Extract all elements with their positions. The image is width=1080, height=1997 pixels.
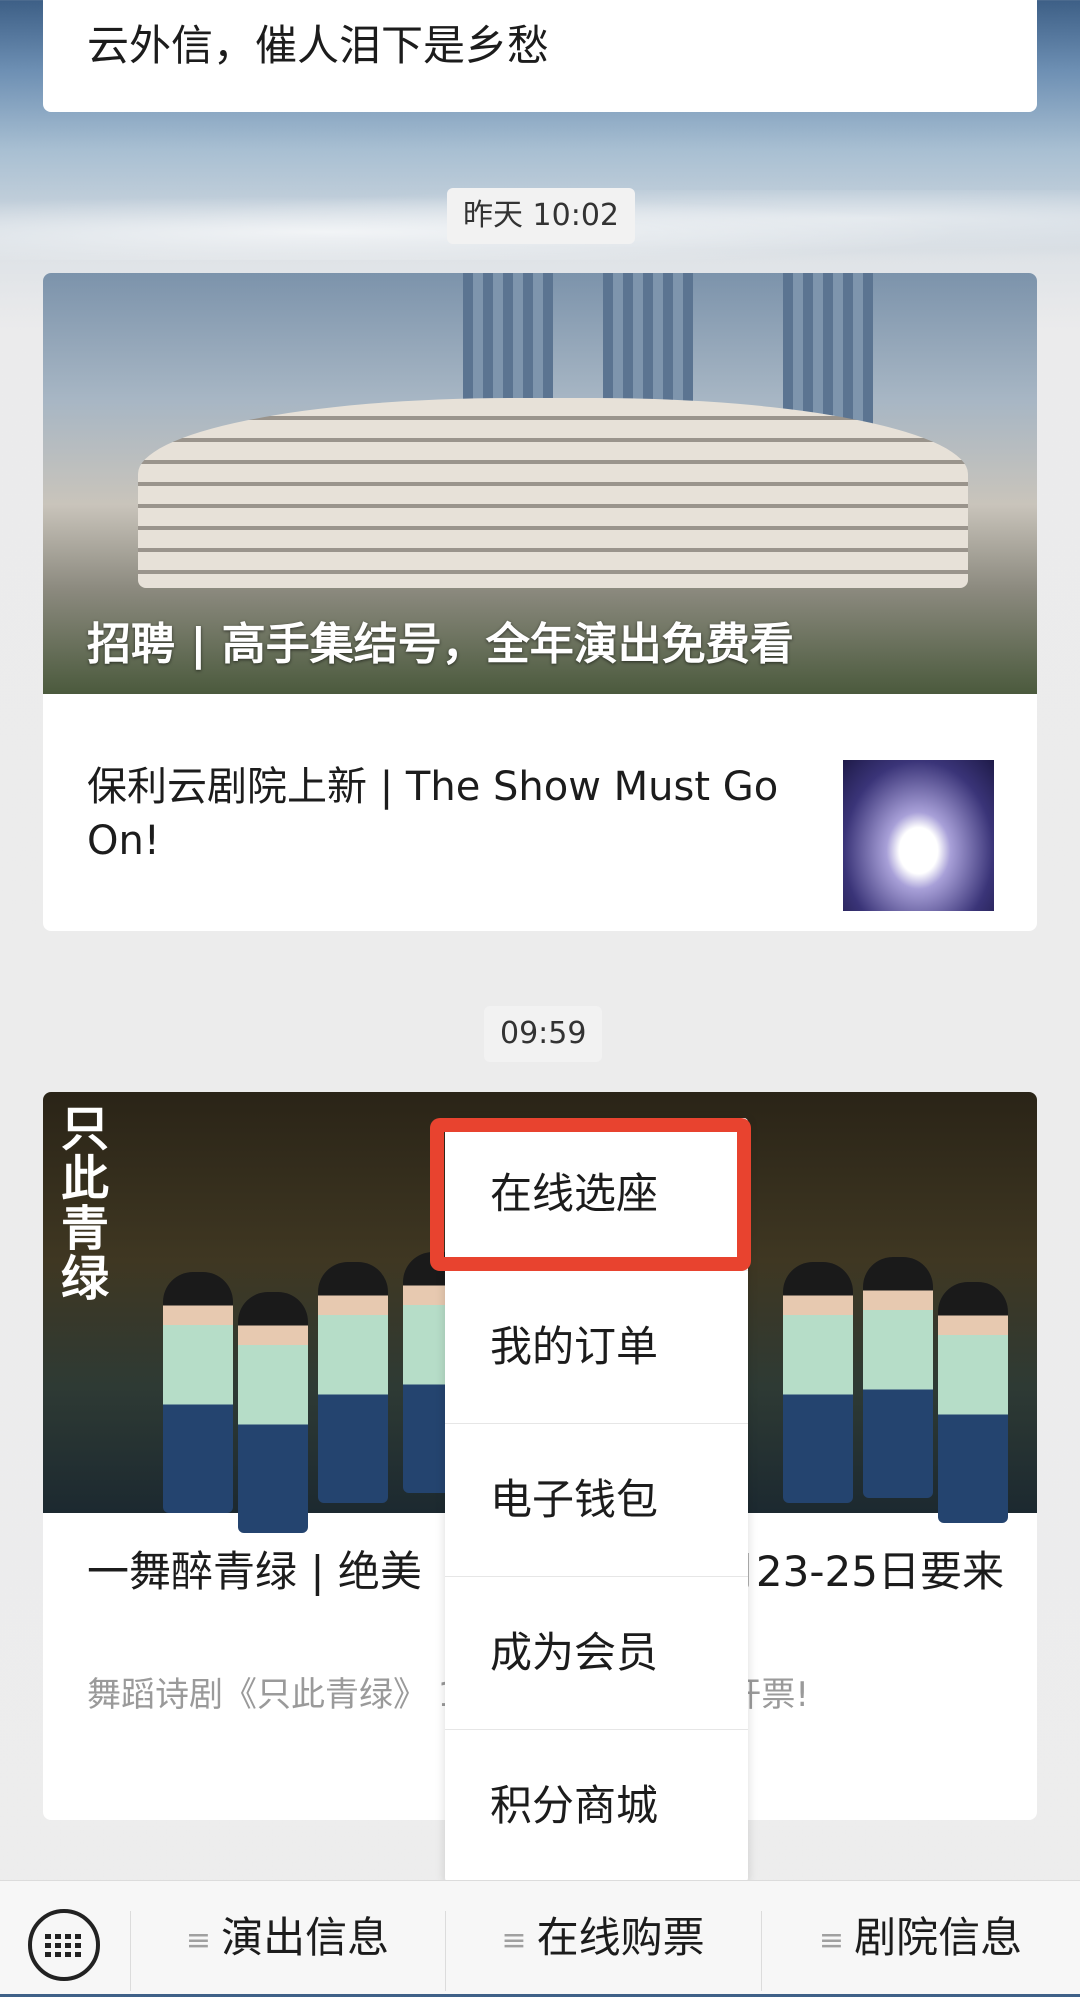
menu-lines-icon: ≡ bbox=[818, 1923, 845, 1958]
dancer-figure bbox=[783, 1262, 853, 1503]
menu-item-points-mall[interactable]: 积分商城 bbox=[445, 1730, 748, 1882]
cover-calligraphy: 只此青绿 bbox=[61, 1101, 110, 1307]
dancer-figure bbox=[163, 1272, 233, 1513]
article-card-1[interactable]: 招聘 | 高手集结号，全年演出免费看 保利云剧院上新 | The Show Mu… bbox=[43, 273, 1037, 931]
timestamp: 09:59 bbox=[484, 1006, 603, 1062]
article-thumbnail bbox=[843, 760, 994, 911]
dancer-figure bbox=[238, 1292, 308, 1533]
cover-title: 招聘 | 高手集结号，全年演出免费看 bbox=[87, 619, 794, 670]
menu-item-online-seat[interactable]: 在线选座 bbox=[445, 1118, 748, 1271]
menu-lines-icon: ≡ bbox=[185, 1923, 212, 1958]
keyboard-keys-icon bbox=[45, 1934, 83, 1958]
menu-item-my-orders[interactable]: 我的订单 bbox=[445, 1271, 748, 1424]
tab-label: 在线购票 bbox=[536, 1913, 705, 1962]
article-list-item[interactable]: 保利云剧院上新 | The Show Must Go On! bbox=[43, 694, 1037, 931]
message-card-top[interactable]: 云外信，催人泪下是乡愁 bbox=[43, 0, 1037, 112]
article-title: 保利云剧院上新 | The Show Must Go On! bbox=[87, 764, 779, 864]
cover-image-theatre[interactable]: 招聘 | 高手集结号，全年演出免费看 bbox=[43, 273, 1037, 694]
tab-show-info[interactable]: ≡ 演出信息 bbox=[130, 1881, 445, 1994]
bottom-menu-bar: ≡ 演出信息 ≡ 在线购票 ≡ 剧院信息 bbox=[0, 1880, 1080, 1994]
menu-lines-icon: ≡ bbox=[501, 1923, 527, 1958]
dancer-figure bbox=[318, 1262, 388, 1503]
popup-menu: 在线选座 我的订单 电子钱包 成为会员 积分商城 bbox=[445, 1118, 748, 1882]
menu-item-become-member[interactable]: 成为会员 bbox=[445, 1577, 748, 1730]
tab-label: 剧院信息 bbox=[854, 1913, 1023, 1962]
dancer-figure bbox=[863, 1257, 933, 1498]
message-text: 云外信，催人泪下是乡愁 bbox=[87, 21, 550, 70]
tab-theatre-info[interactable]: ≡ 剧院信息 bbox=[761, 1881, 1080, 1994]
keyboard-icon[interactable] bbox=[28, 1909, 100, 1981]
timestamp: 昨天 10:02 bbox=[447, 188, 635, 244]
tab-label: 演出信息 bbox=[221, 1913, 390, 1962]
theatre-building-image bbox=[138, 398, 968, 588]
dancer-figure bbox=[938, 1282, 1008, 1523]
menu-item-e-wallet[interactable]: 电子钱包 bbox=[445, 1424, 748, 1577]
tab-buy-tickets[interactable]: ≡ 在线购票 bbox=[445, 1881, 761, 1994]
